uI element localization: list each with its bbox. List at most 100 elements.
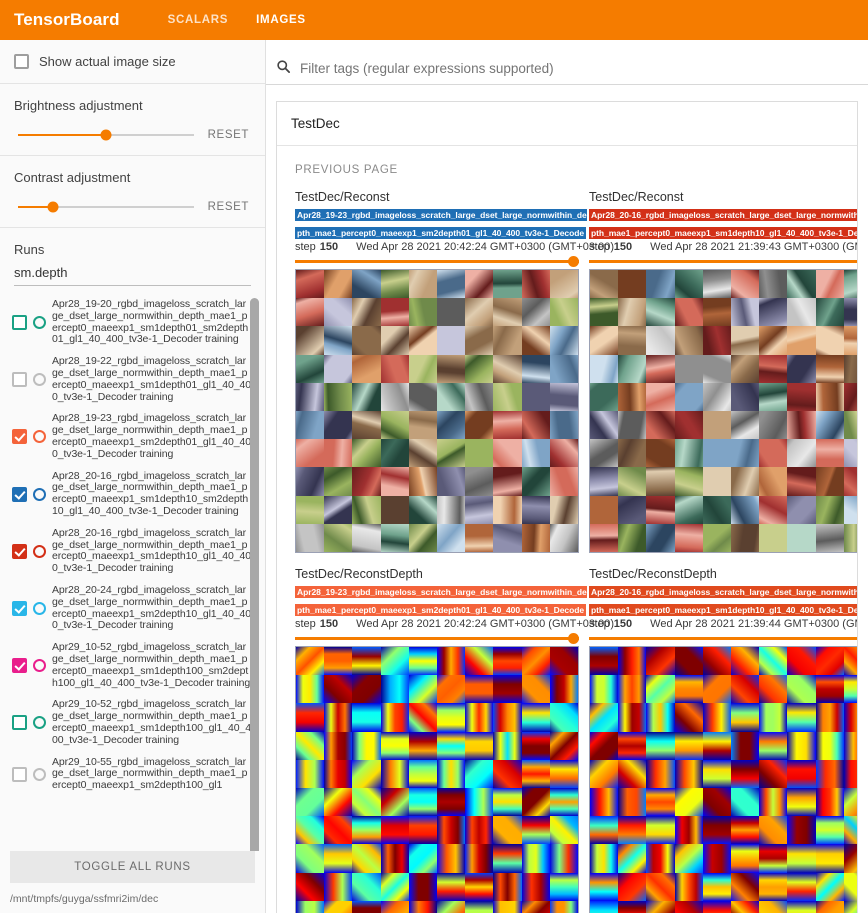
run-list-item[interactable]: Apr29_10-52_rgbd_imageloss_scratch_large… <box>8 694 265 751</box>
mosaic-cell <box>380 298 409 327</box>
mosaic-cell <box>646 788 675 817</box>
contrast-slider-row[interactable]: RESET <box>14 201 251 213</box>
run-list-item[interactable]: Apr28_20-16_rgbd_imageloss_scratch_large… <box>8 523 265 580</box>
mosaic-cell <box>352 523 381 552</box>
mosaic-cell <box>296 354 325 383</box>
mosaic-cell <box>521 354 550 383</box>
mosaic-cell <box>493 788 522 817</box>
mosaic-cell <box>408 844 437 873</box>
mosaic-cell <box>324 759 353 788</box>
mosaic-cell <box>731 354 760 383</box>
step-slider[interactable] <box>589 633 857 644</box>
step-value: 150 <box>613 241 633 253</box>
mosaic-cell <box>702 523 731 552</box>
run-checkbox[interactable] <box>12 715 27 731</box>
mosaic-cell <box>815 298 844 327</box>
contrast-reset-button[interactable]: RESET <box>208 201 251 213</box>
step-slider-knob[interactable] <box>568 633 579 644</box>
image-mosaic[interactable] <box>589 269 857 553</box>
mosaic-cell <box>465 382 494 411</box>
brightness-slider-row[interactable]: RESET <box>14 129 251 141</box>
mosaic-cell <box>702 298 731 327</box>
run-checkbox[interactable] <box>12 315 27 331</box>
run-list-item[interactable]: Apr29_10-52_rgbd_imageloss_scratch_large… <box>8 637 265 694</box>
image-mosaic[interactable] <box>589 646 857 913</box>
step-slider[interactable] <box>589 256 857 267</box>
contrast-slider[interactable] <box>18 201 194 213</box>
mosaic-cell <box>352 326 381 355</box>
step-slider[interactable] <box>295 256 579 267</box>
mosaic-cell <box>437 647 466 676</box>
run-list-item[interactable]: Apr28_19-22_rgbd_imageloss_scratch_large… <box>8 351 265 408</box>
mosaic-cell <box>702 495 731 524</box>
mosaic-cell <box>843 270 857 299</box>
run-color-swatch <box>33 602 46 616</box>
run-list[interactable]: Apr28_19-20_rgbd_imageloss_scratch_large… <box>0 294 265 851</box>
mosaic-cell <box>380 523 409 552</box>
run-color-swatch <box>33 767 46 781</box>
image-mosaic[interactable] <box>295 646 579 913</box>
tab-images[interactable]: IMAGES <box>254 2 308 38</box>
mosaic-cell <box>731 675 760 704</box>
brightness-slider-knob[interactable] <box>100 129 112 141</box>
mosaic-cell <box>324 467 353 496</box>
run-list-item[interactable]: Apr28_20-24_rgbd_imageloss_scratch_large… <box>8 580 265 637</box>
run-filter-input[interactable]: sm.depth <box>14 265 251 286</box>
step-label: step <box>589 618 610 630</box>
tag-filter-bar[interactable] <box>266 53 868 85</box>
run-name-label: Apr28_20-24_rgbd_imageloss_scratch_large… <box>52 583 251 632</box>
run-list-item[interactable]: Apr29_10-55_rgbd_imageloss_scratch_large… <box>8 752 265 797</box>
step-timestamp: Wed Apr 28 2021 21:39:43 GMT+0300 (GMT+0… <box>650 241 857 253</box>
mosaic-cell <box>380 816 409 845</box>
mosaic-cell <box>296 439 325 468</box>
mosaic-cell <box>702 354 731 383</box>
tag-filter-input[interactable] <box>298 60 856 77</box>
run-color-swatch <box>33 316 46 330</box>
mosaic-cell <box>618 872 647 901</box>
panel-body: PREVIOUS PAGE TestDec/Reconst Apr28_19-23… <box>277 146 857 913</box>
mosaic-cell <box>521 759 550 788</box>
mosaic-cell <box>646 900 675 913</box>
run-checkbox[interactable] <box>12 429 27 445</box>
brightness-slider[interactable] <box>18 129 194 141</box>
mosaic-cell <box>843 872 857 901</box>
step-slider-knob[interactable] <box>568 256 579 267</box>
step-slider-track <box>589 260 857 263</box>
run-list-item[interactable]: Apr28_19-20_rgbd_imageloss_scratch_large… <box>8 294 265 351</box>
show-actual-size-row[interactable]: Show actual image size <box>14 54 251 69</box>
run-badge: Apr28_19-23_rgbd_imageloss_scratch_large… <box>295 209 587 240</box>
mosaic-cell <box>324 270 353 299</box>
mosaic-cell <box>296 788 325 817</box>
mosaic-cell <box>759 411 788 440</box>
mosaic-cell <box>521 495 550 524</box>
tab-scalars[interactable]: SCALARS <box>166 2 231 38</box>
mosaic-cell <box>437 759 466 788</box>
run-list-scrollbar[interactable] <box>250 298 259 851</box>
brightness-reset-button[interactable]: RESET <box>208 129 251 141</box>
mosaic-cell <box>549 411 578 440</box>
mosaic-cell <box>549 467 578 496</box>
run-list-item[interactable]: Apr28_19-23_rgbd_imageloss_scratch_large… <box>8 408 265 465</box>
run-checkbox[interactable] <box>12 601 27 617</box>
mosaic-cell <box>815 326 844 355</box>
step-slider[interactable] <box>295 633 579 644</box>
mosaic-cell <box>296 816 325 845</box>
mosaic-cell <box>702 382 731 411</box>
previous-page-button[interactable]: PREVIOUS PAGE <box>295 164 398 176</box>
mosaic-cell <box>549 523 578 552</box>
toggle-all-runs-button[interactable]: TOGGLE ALL RUNS <box>10 851 255 883</box>
mosaic-cell <box>324 703 353 732</box>
step-timestamp: Wed Apr 28 2021 20:42:24 GMT+0300 (GMT+0… <box>356 241 614 253</box>
run-checkbox[interactable] <box>12 372 27 388</box>
contrast-slider-knob[interactable] <box>47 201 59 213</box>
run-checkbox[interactable] <box>12 543 27 559</box>
mosaic-cell <box>787 467 816 496</box>
show-actual-size-checkbox[interactable] <box>14 54 29 69</box>
run-list-item[interactable]: Apr28_20-16_rgbd_imageloss_scratch_large… <box>8 466 265 523</box>
mosaic-cell <box>493 759 522 788</box>
run-checkbox[interactable] <box>12 658 27 674</box>
image-mosaic[interactable] <box>295 269 579 553</box>
step-info-row: step 150 Wed Apr 28 2021 20:42:24 GMT+0300… <box>295 618 614 630</box>
run-checkbox[interactable] <box>12 486 27 502</box>
run-checkbox[interactable] <box>12 766 27 782</box>
